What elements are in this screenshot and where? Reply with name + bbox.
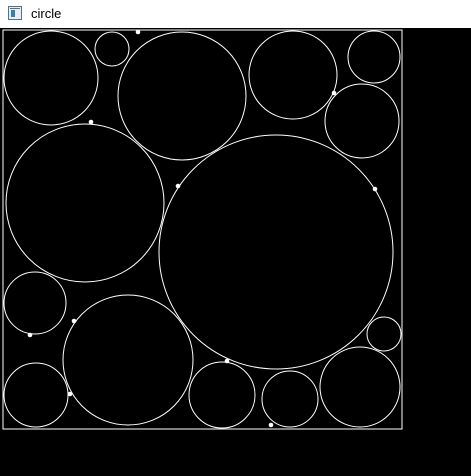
circle-8: [158, 134, 394, 370]
app-window: circle: [0, 0, 471, 476]
circle-13: [188, 361, 256, 429]
circle-12: [3, 362, 69, 428]
window-title: circle: [31, 6, 62, 21]
point-4: [175, 183, 181, 189]
point-2: [331, 90, 337, 96]
point-10: [268, 422, 274, 428]
drawing-canvas: [0, 28, 471, 476]
circle-packing-drawing: [2, 29, 403, 430]
point-1: [135, 29, 141, 35]
app-window-icon: [8, 6, 22, 20]
circle-4: [248, 30, 338, 120]
point-8: [224, 358, 230, 364]
circle-6: [324, 83, 400, 159]
point-5: [372, 186, 378, 192]
title-bar[interactable]: circle: [0, 0, 471, 28]
circle-14: [261, 370, 319, 428]
circle-9: [3, 271, 67, 335]
circle-2: [94, 31, 130, 67]
point-6: [71, 318, 77, 324]
circle-11: [366, 316, 402, 352]
circle-10: [62, 294, 194, 426]
point-3: [88, 119, 94, 125]
circle-5: [347, 30, 401, 84]
circle-1: [3, 30, 99, 126]
circle-7: [5, 123, 165, 283]
circle-15: [319, 346, 401, 428]
circle-3: [117, 31, 247, 161]
point-7: [27, 332, 33, 338]
point-9: [67, 391, 73, 397]
